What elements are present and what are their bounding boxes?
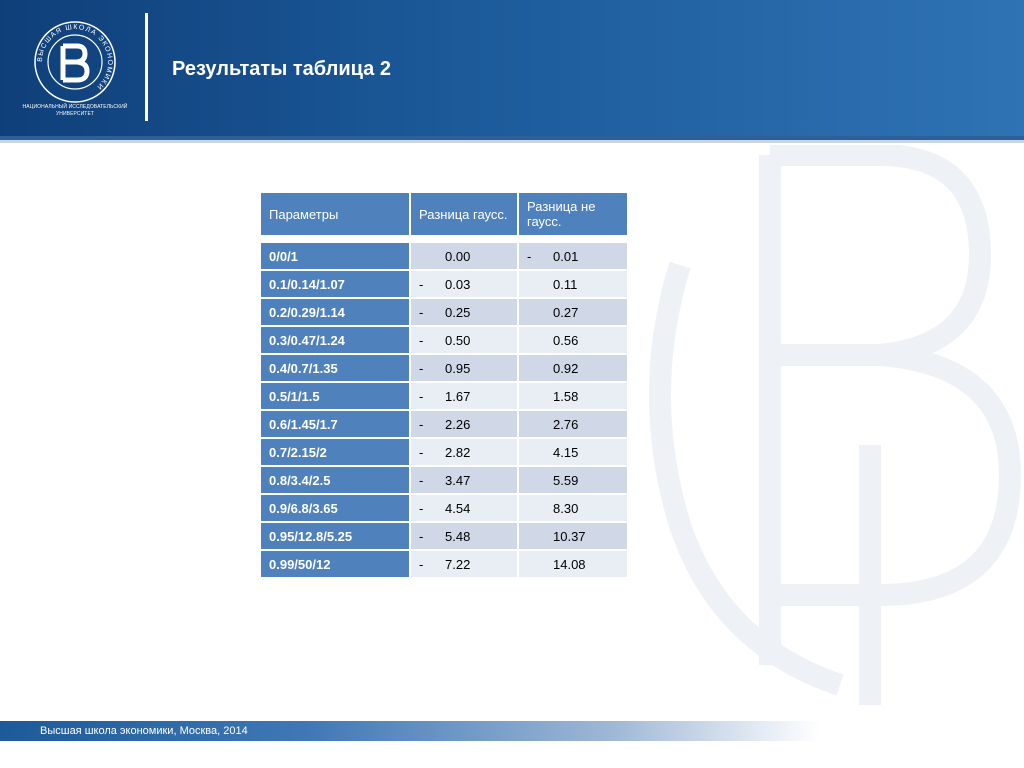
param-cell: 0.9/6.8/3.65 <box>259 493 411 523</box>
param-cell: 0.95/12.8/5.25 <box>259 521 411 551</box>
param-cell: 0.99/50/12 <box>259 549 411 579</box>
value-text: 1.58 <box>553 388 579 404</box>
page-title: Результаты таблица 2 <box>172 58 391 80</box>
gauss-diff-cell: - 0.50 <box>409 325 519 355</box>
column-header-gauss: Разница гаусс. <box>409 191 519 237</box>
gauss-diff-cell: - 2.82 <box>409 437 519 467</box>
nongauss-diff-cell: 4.15 <box>517 437 629 467</box>
sign-marker: - <box>419 556 424 572</box>
results-table: Параметры Разница гаусс. Разница не гаус… <box>259 191 629 579</box>
nongauss-diff-cell: 14.08 <box>517 549 629 579</box>
value-text: 0.95 <box>445 360 471 376</box>
value-text: 5.59 <box>553 472 579 488</box>
value-text: 3.47 <box>445 472 471 488</box>
value-text: 1.67 <box>445 388 471 404</box>
nongauss-diff-cell: 0.92 <box>517 353 629 383</box>
value-text: 14.08 <box>553 556 586 572</box>
table-row: 0/0/1 0.00 - 0.01 <box>259 241 629 271</box>
nongauss-diff-cell: 2.76 <box>517 409 629 439</box>
param-cell: 0.5/1/1.5 <box>259 381 411 411</box>
nongauss-diff-cell: 0.27 <box>517 297 629 327</box>
nongauss-diff-cell: 0.56 <box>517 325 629 355</box>
sign-marker: - <box>419 500 424 516</box>
table-row: 0.5/1/1.5- 1.67 1.58 <box>259 381 629 411</box>
param-cell: 0.8/3.4/2.5 <box>259 465 411 495</box>
value-text: 0.25 <box>445 304 471 320</box>
table-row: 0.1/0.14/1.07- 0.03 0.11 <box>259 269 629 299</box>
value-text: 4.15 <box>553 444 579 460</box>
table-header-row: Параметры Разница гаусс. Разница не гаус… <box>259 191 629 237</box>
header-divider <box>145 13 148 121</box>
param-cell: 0.2/0.29/1.14 <box>259 297 411 327</box>
header-bar <box>0 0 1024 136</box>
table-row: 0.7/2.15/2- 2.82 4.15 <box>259 437 629 467</box>
param-cell: 0.7/2.15/2 <box>259 437 411 467</box>
footer-text: Высшая школа экономики, Москва, 2014 <box>40 725 248 737</box>
param-cell: 0.6/1.45/1.7 <box>259 409 411 439</box>
nongauss-diff-cell: 8.30 <box>517 493 629 523</box>
gauss-diff-cell: - 2.26 <box>409 409 519 439</box>
sign-marker: - <box>419 528 424 544</box>
hse-logo-icon: ВЫСШАЯ ШКОЛА ЭКОНОМИКИ <box>34 21 116 103</box>
value-text: 8.30 <box>553 500 579 516</box>
gauss-diff-cell: - 0.25 <box>409 297 519 327</box>
value-text: 4.54 <box>445 500 471 516</box>
nongauss-diff-cell: - 0.01 <box>517 241 629 271</box>
param-cell: 0.1/0.14/1.07 <box>259 269 411 299</box>
param-cell: 0.3/0.47/1.24 <box>259 325 411 355</box>
value-text: 5.48 <box>445 528 471 544</box>
value-text: 0.50 <box>445 332 471 348</box>
gauss-diff-cell: - 7.22 <box>409 549 519 579</box>
gauss-diff-cell: - 5.48 <box>409 521 519 551</box>
value-text: 2.82 <box>445 444 471 460</box>
value-text: 0.27 <box>553 304 579 320</box>
table-row: 0.3/0.47/1.24- 0.50 0.56 <box>259 325 629 355</box>
gauss-diff-cell: - 0.95 <box>409 353 519 383</box>
nongauss-diff-cell: 10.37 <box>517 521 629 551</box>
value-text: 0.11 <box>553 276 578 292</box>
value-text: 0.56 <box>553 332 579 348</box>
value-text: 0.92 <box>553 360 579 376</box>
sign-marker: - <box>419 472 424 488</box>
nongauss-diff-cell: 0.11 <box>517 269 629 299</box>
value-text: 2.26 <box>445 416 471 432</box>
gauss-diff-cell: - 4.54 <box>409 493 519 523</box>
gauss-diff-cell: - 0.03 <box>409 269 519 299</box>
sign-marker: - <box>419 416 424 432</box>
value-text: 2.76 <box>553 416 579 432</box>
param-cell: 0.4/0.7/1.35 <box>259 353 411 383</box>
sign-marker: - <box>419 360 424 376</box>
sign-marker: - <box>419 388 424 404</box>
sign-marker: - <box>419 332 424 348</box>
gauss-diff-cell: - 3.47 <box>409 465 519 495</box>
column-header-nongauss: Разница не гаусс. <box>517 191 629 237</box>
sign-marker: - <box>419 304 424 320</box>
table-row: 0.95/12.8/5.25- 5.48 10.37 <box>259 521 629 551</box>
table-row: 0.2/0.29/1.14- 0.25 0.27 <box>259 297 629 327</box>
header-stripe-light <box>0 140 1024 143</box>
param-cell: 0/0/1 <box>259 241 411 271</box>
sign-marker: - <box>419 444 424 460</box>
sign-marker: - <box>419 276 424 292</box>
column-header-params: Параметры <box>259 191 411 237</box>
table-row: 0.4/0.7/1.35- 0.95 0.92 <box>259 353 629 383</box>
value-text: 0.03 <box>445 276 471 292</box>
gauss-diff-cell: - 1.67 <box>409 381 519 411</box>
table-row: 0.6/1.45/1.7- 2.26 2.76 <box>259 409 629 439</box>
nongauss-diff-cell: 1.58 <box>517 381 629 411</box>
table-row: 0.9/6.8/3.65- 4.54 8.30 <box>259 493 629 523</box>
value-text: 0.01 <box>553 248 579 264</box>
sign-marker: - <box>527 248 532 264</box>
watermark-logo-icon <box>649 145 1022 705</box>
gauss-diff-cell: 0.00 <box>409 241 519 271</box>
value-text: 10.37 <box>553 528 586 544</box>
table-row: 0.8/3.4/2.5- 3.47 5.59 <box>259 465 629 495</box>
logo-caption: НАЦИОНАЛЬНЫЙ ИССЛЕДОВАТЕЛЬСКИЙ УНИВЕРСИТ… <box>22 104 128 117</box>
nongauss-diff-cell: 5.59 <box>517 465 629 495</box>
value-text: 7.22 <box>445 556 471 572</box>
table-row: 0.99/50/12- 7.22 14.08 <box>259 549 629 579</box>
value-text: 0.00 <box>445 248 471 264</box>
